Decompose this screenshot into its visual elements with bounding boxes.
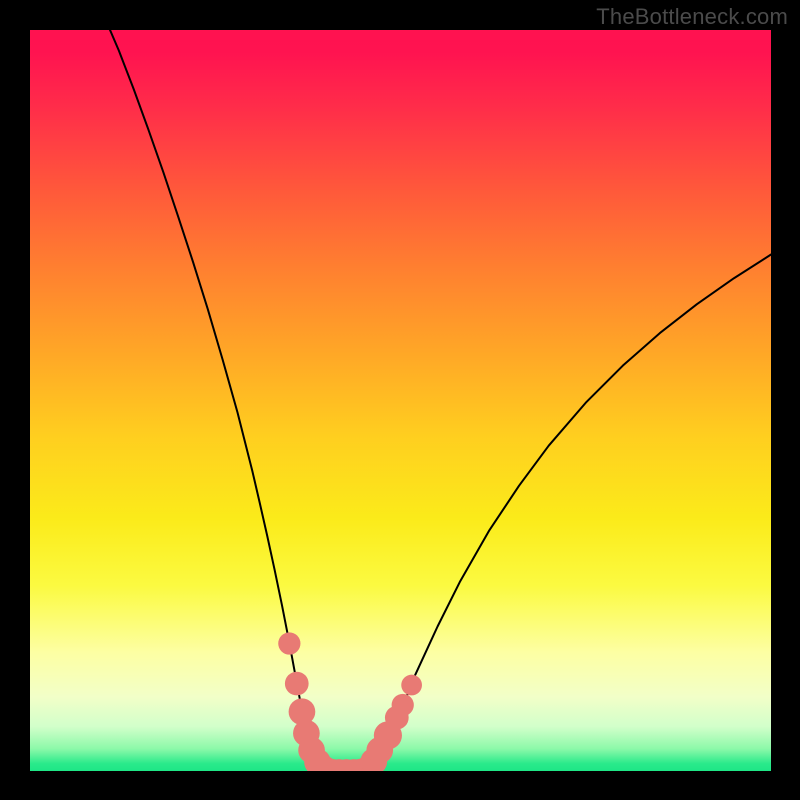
- chart-plot-area: [30, 30, 771, 771]
- watermark-text: TheBottleneck.com: [596, 4, 788, 30]
- chart-background-gradient: [30, 30, 771, 771]
